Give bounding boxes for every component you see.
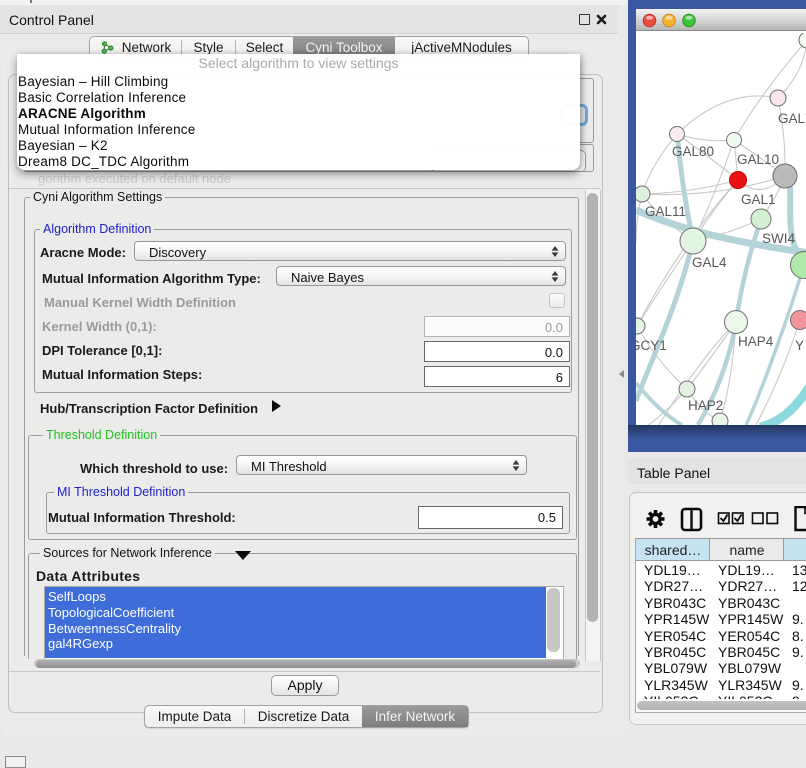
svg-text:GAL7: GAL7 [778,111,806,126]
svg-text:GAL10: GAL10 [737,152,779,167]
svg-text:GCY1: GCY1 [636,338,667,353]
svg-text:GAL11: GAL11 [645,204,686,219]
svg-text:GAL1: GAL1 [741,192,776,207]
svg-text:GAL4: GAL4 [692,255,727,270]
svg-text:SWI4: SWI4 [762,231,795,246]
svg-text:HAP4: HAP4 [738,334,774,349]
svg-text:HAP2: HAP2 [688,398,723,413]
svg-text:Y: Y [795,338,804,353]
svg-text:GAL80: GAL80 [672,144,714,159]
